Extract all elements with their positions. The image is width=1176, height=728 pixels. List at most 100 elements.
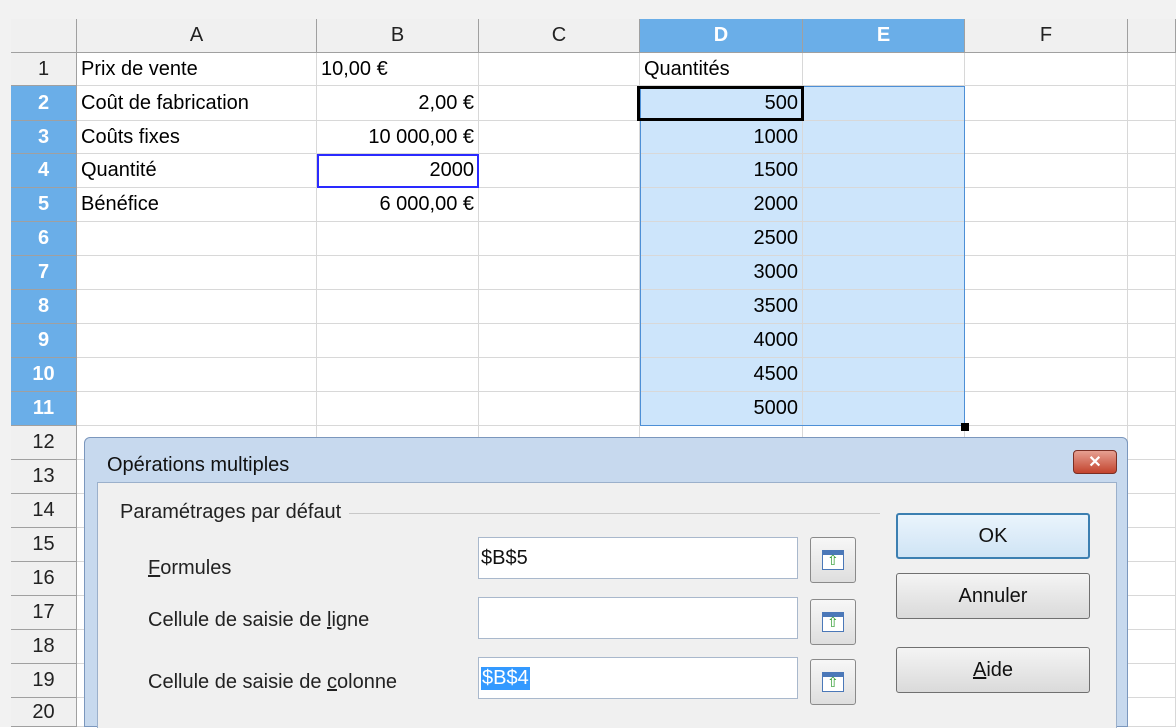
cell-b7[interactable]: [317, 256, 479, 290]
row-header-4[interactable]: 4: [11, 154, 77, 188]
cell-b11[interactable]: [317, 392, 479, 426]
cell-d6[interactable]: 2500: [640, 222, 803, 256]
ok-button[interactable]: OK: [896, 513, 1090, 559]
cell-g2[interactable]: [1128, 86, 1176, 121]
cell-f11[interactable]: [965, 392, 1128, 426]
cell-g15[interactable]: [1128, 528, 1176, 562]
cell-b5[interactable]: 6 000,00 €: [317, 188, 479, 222]
row-header-2[interactable]: 2: [11, 86, 77, 121]
cell-f4[interactable]: [965, 154, 1128, 188]
col-input-shrink-button[interactable]: [810, 659, 856, 705]
cell-a8[interactable]: [77, 290, 317, 324]
cell-b10[interactable]: [317, 358, 479, 392]
row-header-11[interactable]: 11: [11, 392, 77, 426]
row-header-10[interactable]: 10: [11, 358, 77, 392]
row-header-16[interactable]: 16: [11, 562, 77, 596]
cell-g7[interactable]: [1128, 256, 1176, 290]
col-input-field[interactable]: $B$4: [478, 657, 798, 699]
select-all-corner[interactable]: [11, 19, 77, 53]
cell-b6[interactable]: [317, 222, 479, 256]
column-header-e[interactable]: E: [803, 19, 965, 53]
cell-f9[interactable]: [965, 324, 1128, 358]
cell-e4[interactable]: [803, 154, 965, 188]
column-header-g[interactable]: [1128, 19, 1176, 53]
cell-a11[interactable]: [77, 392, 317, 426]
row-header-1[interactable]: 1: [11, 53, 77, 86]
cell-d11[interactable]: 5000: [640, 392, 803, 426]
cell-d3[interactable]: 1000: [640, 121, 803, 154]
cell-b8[interactable]: [317, 290, 479, 324]
row-header-20[interactable]: 20: [11, 698, 77, 727]
row-header-3[interactable]: 3: [11, 121, 77, 154]
cell-c2[interactable]: [479, 86, 640, 121]
cell-f7[interactable]: [965, 256, 1128, 290]
cell-d4[interactable]: 1500: [640, 154, 803, 188]
row-header-12[interactable]: 12: [11, 426, 77, 460]
cell-e1[interactable]: [803, 53, 965, 86]
cell-a2[interactable]: Coût de fabrication: [77, 86, 317, 121]
cell-e3[interactable]: [803, 121, 965, 154]
cell-d8[interactable]: 3500: [640, 290, 803, 324]
cell-c7[interactable]: [479, 256, 640, 290]
cell-c8[interactable]: [479, 290, 640, 324]
cell-e9[interactable]: [803, 324, 965, 358]
cell-e8[interactable]: [803, 290, 965, 324]
column-header-f[interactable]: F: [965, 19, 1128, 53]
column-header-d[interactable]: D: [640, 19, 803, 53]
row-header-14[interactable]: 14: [11, 494, 77, 528]
row-input-field[interactable]: [478, 597, 798, 639]
row-header-18[interactable]: 18: [11, 630, 77, 664]
cell-a7[interactable]: [77, 256, 317, 290]
cell-g19[interactable]: [1128, 664, 1176, 698]
row-input-shrink-button[interactable]: [810, 599, 856, 645]
cell-d1[interactable]: Quantités: [640, 53, 803, 86]
column-header-a[interactable]: A: [77, 19, 317, 53]
cell-e10[interactable]: [803, 358, 965, 392]
cell-b3[interactable]: 10 000,00 €: [317, 121, 479, 154]
cell-g13[interactable]: [1128, 460, 1176, 494]
cell-f10[interactable]: [965, 358, 1128, 392]
cell-g5[interactable]: [1128, 188, 1176, 222]
cell-g8[interactable]: [1128, 290, 1176, 324]
cell-f2[interactable]: [965, 86, 1128, 121]
cell-c6[interactable]: [479, 222, 640, 256]
cell-c3[interactable]: [479, 121, 640, 154]
cell-a3[interactable]: Coûts fixes: [77, 121, 317, 154]
cell-g12[interactable]: [1128, 426, 1176, 460]
cell-e5[interactable]: [803, 188, 965, 222]
cell-a5[interactable]: Bénéfice: [77, 188, 317, 222]
cell-e2[interactable]: [803, 86, 965, 121]
row-header-5[interactable]: 5: [11, 188, 77, 222]
column-header-c[interactable]: C: [479, 19, 640, 53]
cell-g16[interactable]: [1128, 562, 1176, 596]
cell-f5[interactable]: [965, 188, 1128, 222]
cell-f8[interactable]: [965, 290, 1128, 324]
cell-a1[interactable]: Prix de vente: [77, 53, 317, 86]
cell-d5[interactable]: 2000: [640, 188, 803, 222]
cell-e11[interactable]: [803, 392, 965, 426]
fill-handle[interactable]: [961, 423, 969, 431]
cell-d9[interactable]: 4000: [640, 324, 803, 358]
cell-c9[interactable]: [479, 324, 640, 358]
cell-g10[interactable]: [1128, 358, 1176, 392]
row-header-7[interactable]: 7: [11, 256, 77, 290]
cell-b9[interactable]: [317, 324, 479, 358]
row-header-8[interactable]: 8: [11, 290, 77, 324]
cell-g1[interactable]: [1128, 53, 1176, 86]
cell-a10[interactable]: [77, 358, 317, 392]
row-header-15[interactable]: 15: [11, 528, 77, 562]
cell-g17[interactable]: [1128, 596, 1176, 630]
cell-g6[interactable]: [1128, 222, 1176, 256]
cell-f1[interactable]: [965, 53, 1128, 86]
cell-e7[interactable]: [803, 256, 965, 290]
cell-d7[interactable]: 3000: [640, 256, 803, 290]
cell-c4[interactable]: [479, 154, 640, 188]
cell-c1[interactable]: [479, 53, 640, 86]
cell-g14[interactable]: [1128, 494, 1176, 528]
cell-f6[interactable]: [965, 222, 1128, 256]
row-header-13[interactable]: 13: [11, 460, 77, 494]
cancel-button[interactable]: Annuler: [896, 573, 1090, 619]
row-header-9[interactable]: 9: [11, 324, 77, 358]
cell-a6[interactable]: [77, 222, 317, 256]
formulas-shrink-button[interactable]: [810, 537, 856, 583]
